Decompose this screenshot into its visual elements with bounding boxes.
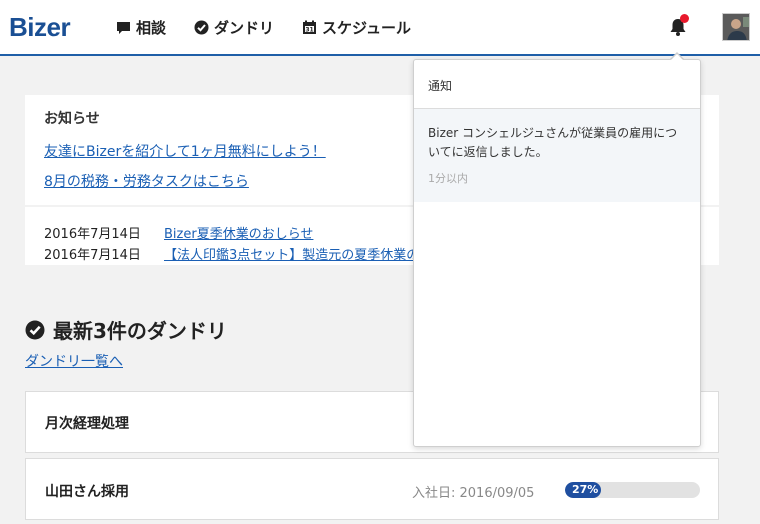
task-name: 山田さん採用 xyxy=(45,484,129,500)
notification-item[interactable]: Bizer コンシェルジュさんが従業員の雇用についてに返信しました。 1分以内 xyxy=(414,109,700,202)
notice-link-tax-tasks[interactable]: 8月の税務・労務タスクはこちら xyxy=(44,171,249,191)
nav-consult-label: 相談 xyxy=(136,19,167,37)
bizer-logo[interactable]: Bizer xyxy=(9,12,71,43)
news-link[interactable]: Bizer夏季休業のおしらせ xyxy=(164,223,313,242)
dropdown-caret-inner xyxy=(670,53,684,61)
progress-label: 27% xyxy=(572,483,599,496)
check-circle-icon xyxy=(194,20,209,35)
task-card[interactable]: 山田さん採用 入社日: 2016/09/05 27% xyxy=(25,458,719,520)
news-row: 2016年7月14日 Bizer夏季休業のおしらせ xyxy=(44,223,313,242)
user-photo-icon xyxy=(723,14,749,40)
nav-dandori-label: ダンドリ xyxy=(214,19,275,37)
section-title: 最新3件のダンドリ xyxy=(25,315,227,344)
calendar-icon: 31 xyxy=(303,20,316,34)
section-title-text: 最新3件のダンドリ xyxy=(53,319,227,343)
nav-schedule-label: スケジュール xyxy=(322,19,411,37)
dandori-list-link[interactable]: ダンドリ一覧へ xyxy=(25,351,123,371)
nav-dandori[interactable]: ダンドリ xyxy=(194,17,274,38)
news-date: 2016年7月14日 xyxy=(44,248,141,263)
task-name: 月次経理処理 xyxy=(45,416,129,432)
notice-link-referral[interactable]: 友達にBizerを紹介して1ヶ月無料にしよう！ xyxy=(44,141,326,161)
notification-dropdown: 通知 Bizer コンシェルジュさんが従業員の雇用についてに返信しました。 1分… xyxy=(413,59,701,447)
notification-header: 通知 xyxy=(414,60,700,109)
check-circle-icon xyxy=(25,320,45,339)
top-header: Bizer 相談 ダンドリ 31 スケジュール xyxy=(0,0,760,56)
task-start-date: 入社日: 2016/09/05 xyxy=(412,486,535,501)
avatar[interactable] xyxy=(722,13,750,41)
notification-time: 1分以内 xyxy=(428,172,468,185)
unread-indicator xyxy=(680,14,689,23)
progress-bar: 27% xyxy=(565,482,700,498)
news-date: 2016年7月14日 xyxy=(44,227,141,242)
news-row: 2016年7月14日 【法人印鑑3点セット】製造元の夏季休業のお知らせ xyxy=(44,244,471,263)
chat-bubble-icon xyxy=(117,21,130,34)
nav-schedule[interactable]: 31 スケジュール xyxy=(302,17,411,38)
svg-text:31: 31 xyxy=(305,26,313,33)
notification-message: Bizer コンシェルジュさんが従業員の雇用についてに返信しました。 xyxy=(428,126,678,159)
notice-title: お知らせ xyxy=(44,111,100,127)
nav-consult[interactable]: 相談 xyxy=(116,17,166,38)
